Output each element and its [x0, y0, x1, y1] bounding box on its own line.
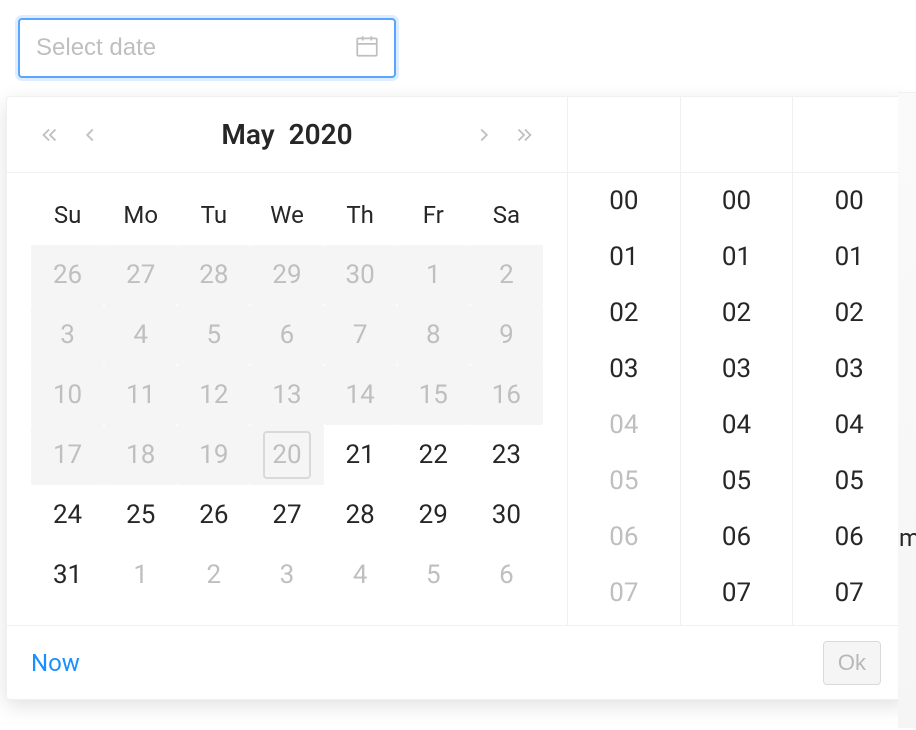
date-input-container[interactable]: [18, 18, 396, 78]
truncated-label: m: [899, 524, 916, 552]
date-picker-panel: May 2020 SuMoTuWeThFrSa 2627282930123456…: [6, 96, 906, 700]
minutes-column[interactable]: 0001020304050607: [681, 97, 794, 625]
time-option[interactable]: 01: [681, 229, 793, 285]
day-cell[interactable]: 26: [190, 491, 238, 539]
time-option[interactable]: 06: [793, 509, 905, 565]
day-of-week-header: Fr: [397, 185, 470, 245]
day-cell[interactable]: 29: [409, 491, 457, 539]
ok-button[interactable]: Ok: [823, 641, 881, 685]
time-option[interactable]: 05: [793, 453, 905, 509]
day-cell[interactable]: 30: [482, 491, 530, 539]
day-cell[interactable]: 4: [336, 551, 384, 599]
time-option[interactable]: 00: [793, 173, 905, 229]
day-cell[interactable]: 7: [336, 311, 384, 359]
time-option[interactable]: 00: [681, 173, 793, 229]
time-option[interactable]: 02: [793, 285, 905, 341]
time-option: 06: [568, 509, 680, 565]
day-cell[interactable]: 6: [263, 311, 311, 359]
day-cell[interactable]: 31: [44, 551, 92, 599]
day-cell[interactable]: 27: [117, 251, 165, 299]
day-cell[interactable]: 6: [482, 551, 530, 599]
month-label[interactable]: May: [221, 118, 274, 151]
day-cell[interactable]: 25: [117, 491, 165, 539]
date-input[interactable]: [34, 33, 354, 63]
time-option[interactable]: 04: [793, 397, 905, 453]
day-cell[interactable]: 13: [263, 371, 311, 419]
calendar-grid: SuMoTuWeThFrSa 2627282930123456789101112…: [7, 173, 567, 623]
day-cell[interactable]: 24: [44, 491, 92, 539]
day-cell[interactable]: 30: [336, 251, 384, 299]
day-cell[interactable]: 16: [482, 371, 530, 419]
day-of-week-header: Mo: [104, 185, 177, 245]
time-option: 07: [568, 565, 680, 621]
time-option[interactable]: 00: [568, 173, 680, 229]
day-cell[interactable]: 28: [190, 251, 238, 299]
day-cell[interactable]: 1: [117, 551, 165, 599]
time-option[interactable]: 05: [681, 453, 793, 509]
day-cell[interactable]: 2: [482, 251, 530, 299]
time-option[interactable]: 07: [793, 565, 905, 621]
day-cell[interactable]: 28: [336, 491, 384, 539]
time-option[interactable]: 03: [568, 341, 680, 397]
time-option[interactable]: 02: [568, 285, 680, 341]
day-of-week-header: Th: [324, 185, 397, 245]
day-of-week-header: We: [250, 185, 323, 245]
day-cell[interactable]: 17: [44, 431, 92, 479]
next-year-button[interactable]: [507, 97, 541, 172]
time-option[interactable]: 07: [681, 565, 793, 621]
time-option[interactable]: 03: [793, 341, 905, 397]
hours-column[interactable]: 0001020304050607: [568, 97, 681, 625]
seconds-column[interactable]: 0001020304050607: [793, 97, 905, 625]
time-option: 04: [568, 397, 680, 453]
day-cell[interactable]: 26: [44, 251, 92, 299]
time-option[interactable]: 01: [793, 229, 905, 285]
prev-month-button[interactable]: [73, 97, 107, 172]
day-cell[interactable]: 21: [336, 431, 384, 479]
day-cell[interactable]: 5: [190, 311, 238, 359]
day-cell[interactable]: 22: [409, 431, 457, 479]
day-cell[interactable]: 15: [409, 371, 457, 419]
time-option[interactable]: 06: [681, 509, 793, 565]
time-option[interactable]: 03: [681, 341, 793, 397]
day-cell[interactable]: 3: [44, 311, 92, 359]
time-option[interactable]: 01: [568, 229, 680, 285]
day-of-week-header: Tu: [177, 185, 250, 245]
now-link[interactable]: Now: [31, 649, 80, 677]
time-option: 05: [568, 453, 680, 509]
next-month-button[interactable]: [467, 97, 501, 172]
panel-footer: Now Ok: [7, 625, 905, 699]
day-cell[interactable]: 18: [117, 431, 165, 479]
prev-year-button[interactable]: [33, 97, 67, 172]
day-cell[interactable]: 29: [263, 251, 311, 299]
day-cell[interactable]: 8: [409, 311, 457, 359]
day-cell[interactable]: 12: [190, 371, 238, 419]
day-of-week-header: Sa: [470, 185, 543, 245]
day-cell[interactable]: 23: [482, 431, 530, 479]
day-cell[interactable]: 27: [263, 491, 311, 539]
day-cell[interactable]: 5: [409, 551, 457, 599]
day-cell[interactable]: 9: [482, 311, 530, 359]
time-option[interactable]: 04: [681, 397, 793, 453]
day-cell[interactable]: 20: [263, 431, 311, 479]
calendar-section: May 2020 SuMoTuWeThFrSa 2627282930123456…: [7, 97, 567, 625]
calendar-header: May 2020: [7, 97, 567, 173]
background-strip: [898, 92, 916, 728]
time-option[interactable]: 02: [681, 285, 793, 341]
time-section: 0001020304050607 0001020304050607 000102…: [567, 97, 905, 625]
day-cell[interactable]: 10: [44, 371, 92, 419]
day-cell[interactable]: 1: [409, 251, 457, 299]
day-cell[interactable]: 19: [190, 431, 238, 479]
year-label[interactable]: 2020: [289, 118, 353, 151]
calendar-icon: [354, 33, 380, 63]
day-of-week-header: Su: [31, 185, 104, 245]
day-cell[interactable]: 4: [117, 311, 165, 359]
day-cell[interactable]: 2: [190, 551, 238, 599]
day-cell[interactable]: 14: [336, 371, 384, 419]
day-cell[interactable]: 11: [117, 371, 165, 419]
day-cell[interactable]: 3: [263, 551, 311, 599]
